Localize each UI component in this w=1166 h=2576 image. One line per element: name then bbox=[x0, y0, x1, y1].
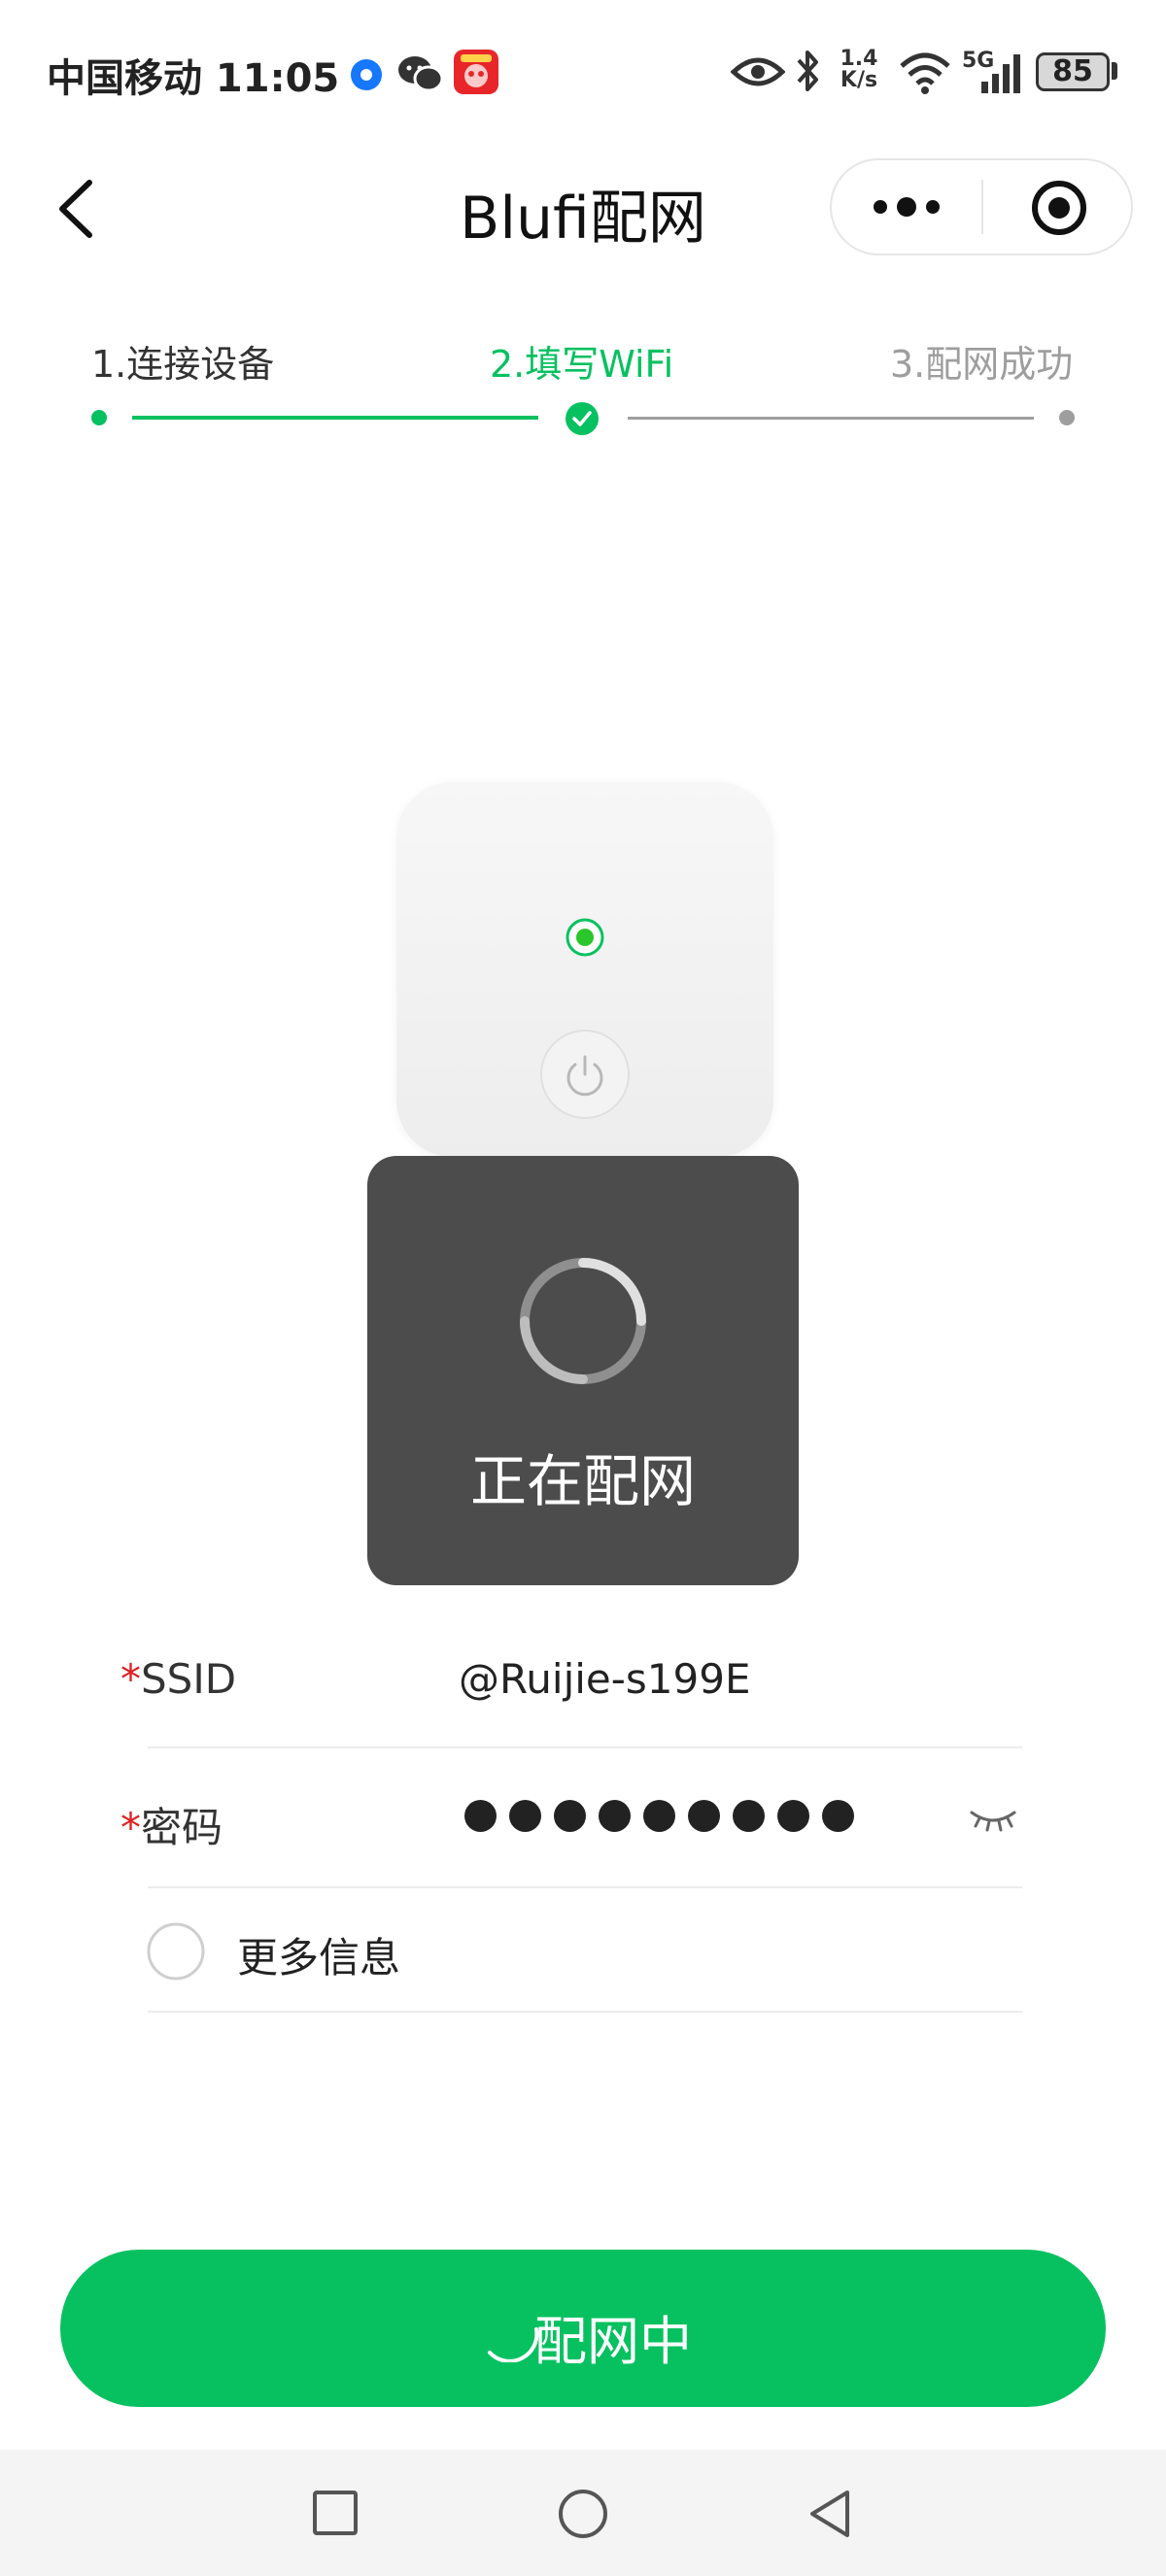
signal-icon bbox=[981, 54, 1020, 93]
net-speed: 1.4 K/s bbox=[840, 47, 878, 92]
password-mask-dot bbox=[554, 1800, 586, 1832]
submit-button[interactable]: 配网中 bbox=[60, 2250, 1106, 2407]
step-2-label: 2.填写WiFi bbox=[490, 343, 674, 386]
step-3-label: 3.配网成功 bbox=[890, 343, 1074, 386]
app-badge-icon bbox=[454, 50, 498, 94]
step-line-done bbox=[132, 416, 538, 420]
divider bbox=[148, 1886, 1022, 1888]
ssid-label: *SSID bbox=[120, 1655, 237, 1703]
eye-closed-icon[interactable] bbox=[968, 1805, 1018, 1834]
wechat-icon bbox=[398, 56, 444, 92]
toast-text: 正在配网 bbox=[469, 1448, 696, 1514]
carrier-time: 中国移动 11:05 bbox=[47, 56, 340, 101]
step-3-dot bbox=[1059, 410, 1075, 425]
submit-button-label: 配网中 bbox=[534, 2313, 692, 2371]
password-mask-dot bbox=[599, 1800, 631, 1832]
eye-icon bbox=[731, 57, 785, 86]
battery-icon: 85 bbox=[1036, 52, 1110, 91]
step-1-dot bbox=[91, 410, 107, 425]
status-bar: 中国移动 11:05 1.4 K/s 5G 85 bbox=[0, 0, 1166, 146]
password-mask-dot bbox=[777, 1800, 809, 1832]
back-icon[interactable] bbox=[805, 2487, 857, 2541]
password-mask-dot bbox=[509, 1800, 541, 1832]
password-field[interactable] bbox=[464, 1800, 867, 1839]
battery-level: 85 bbox=[1052, 54, 1093, 88]
password-label: *密码 bbox=[120, 1804, 223, 1851]
password-mask-dot bbox=[822, 1800, 854, 1832]
password-mask-dot bbox=[464, 1800, 497, 1832]
wifi-icon bbox=[900, 52, 950, 94]
step-line-pending bbox=[628, 417, 1034, 420]
divider bbox=[148, 1746, 1022, 1748]
recent-apps-icon[interactable] bbox=[311, 2489, 360, 2537]
close-circle-icon[interactable] bbox=[1030, 179, 1088, 237]
home-icon[interactable] bbox=[556, 2487, 610, 2541]
location-icon bbox=[351, 59, 382, 90]
indicator-led-icon bbox=[566, 918, 604, 957]
power-button-icon bbox=[540, 1030, 630, 1119]
password-mask-dot bbox=[643, 1800, 675, 1832]
spinner-icon bbox=[520, 1258, 646, 1384]
step-2-check-icon bbox=[566, 402, 599, 435]
divider bbox=[148, 2011, 1022, 2013]
bluetooth-icon bbox=[797, 51, 818, 91]
step-1-label: 1.连接设备 bbox=[91, 343, 275, 386]
ssid-field[interactable]: @Ruijie-s199E bbox=[459, 1655, 751, 1703]
password-mask-dot bbox=[733, 1800, 765, 1832]
more-dots-icon[interactable] bbox=[871, 190, 943, 223]
more-info-checkbox[interactable] bbox=[146, 1921, 206, 1982]
system-nav-bar bbox=[0, 2450, 1166, 2576]
password-mask-dot bbox=[688, 1800, 720, 1832]
more-info-label: 更多信息 bbox=[237, 1934, 401, 1982]
